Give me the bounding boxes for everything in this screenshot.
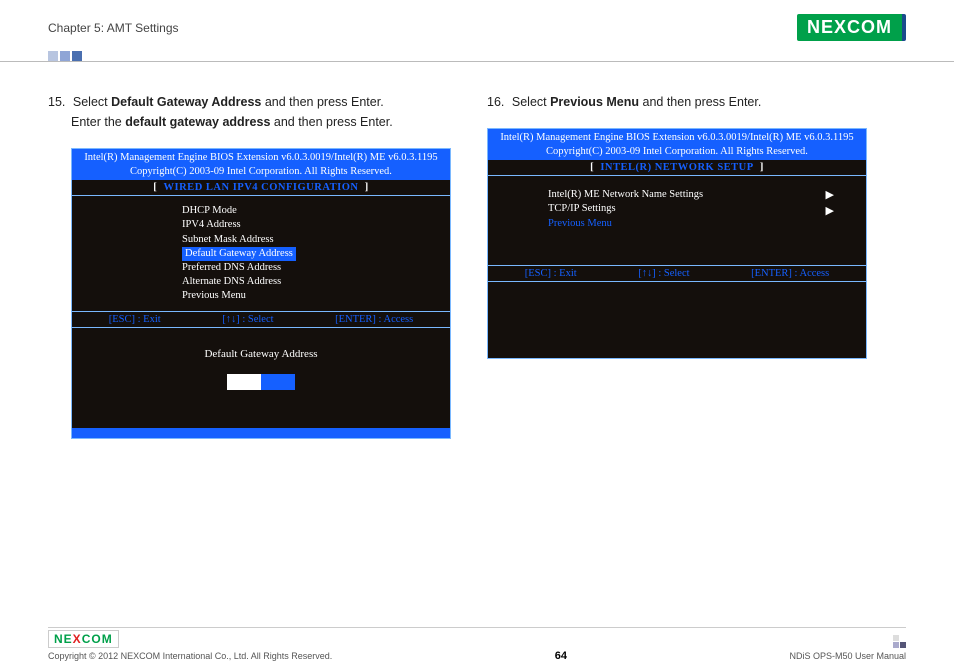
bios-section-title: [ INTEL(R) NETWORK SETUP ] [488, 160, 866, 176]
bios-header: Intel(R) Management Engine BIOS Extensio… [488, 129, 866, 160]
gateway-label: Default Gateway Address [72, 348, 450, 360]
bios-header-line1: Intel(R) Management Engine BIOS Extensio… [76, 151, 446, 165]
header-rule [0, 51, 954, 62]
left-column: 15. Select Default Gateway Address and t… [48, 92, 467, 439]
bios-input-panel: Default Gateway Address [72, 328, 450, 428]
footer-squares-icon [893, 635, 906, 648]
bios-header-line2: Copyright(C) 2003-09 Intel Corporation. … [76, 165, 446, 179]
chevron-right-icon: ▶ [826, 188, 834, 203]
instruction-bold: Default Gateway Address [111, 95, 261, 109]
ip-input[interactable] [227, 374, 295, 390]
manual-name: NDiS OPS-M50 User Manual [789, 651, 906, 661]
instruction-text: and then press Enter. [639, 95, 761, 109]
page-number: 64 [555, 650, 567, 662]
key-hint-enter: [ENTER] : Access [335, 314, 413, 325]
bios-keybar: [ESC] : Exit [↑↓] : Select [ENTER] : Acc… [72, 312, 450, 328]
key-hint-select: [↑↓] : Select [638, 268, 689, 279]
menu-item-selected[interactable]: Default Gateway Address [182, 247, 296, 261]
copyright-text: Copyright © 2012 NEXCOM International Co… [48, 651, 332, 661]
instruction-text: Select [512, 95, 550, 109]
bios-menu: Intel(R) ME Network Name Settings ▶ TCP/… [488, 176, 866, 266]
instruction-text: and then press Enter. [261, 95, 383, 109]
menu-item[interactable]: Intel(R) ME Network Name Settings ▶ [548, 188, 838, 202]
page-footer: NEXCOM Copyright © 2012 NEXCOM Internati… [0, 627, 954, 662]
bios-section-title: [ WIRED LAN IPV4 CONFIGURATION ] [72, 180, 450, 196]
bios-menu: DHCP Mode IPV4 Address Subnet Mask Addre… [72, 196, 450, 312]
menu-item[interactable]: DHCP Mode [182, 204, 450, 218]
menu-item[interactable]: IPV4 Address [182, 218, 450, 232]
menu-item[interactable]: TCP/IP Settings ▶ [548, 202, 838, 216]
bios-header-line1: Intel(R) Management Engine BIOS Extensio… [492, 131, 862, 145]
bios-header-line2: Copyright(C) 2003-09 Intel Corporation. … [492, 145, 862, 159]
chapter-title: Chapter 5: AMT Settings [48, 21, 179, 35]
step-number: 15. [48, 95, 65, 109]
instruction-text: and then press Enter. [270, 115, 392, 129]
bios-header: Intel(R) Management Engine BIOS Extensio… [72, 149, 450, 180]
key-hint-esc: [ESC] : Exit [525, 268, 577, 279]
brand-logo: NEXCOM [797, 14, 906, 41]
bios-keybar: [ESC] : Exit [↑↓] : Select [ENTER] : Acc… [488, 266, 866, 282]
key-hint-select: [↑↓] : Select [222, 314, 273, 325]
menu-item[interactable]: Alternate DNS Address [182, 275, 450, 289]
instruction-bold: default gateway address [125, 115, 270, 129]
bios-screenshot-left: Intel(R) Management Engine BIOS Extensio… [71, 148, 451, 439]
key-hint-esc: [ESC] : Exit [109, 314, 161, 325]
bios-footer-bar [72, 428, 450, 438]
instruction-bold: Previous Menu [550, 95, 639, 109]
menu-item-selected[interactable]: Previous Menu [548, 217, 838, 231]
footer-logo: NEXCOM [48, 630, 119, 648]
step-number: 16. [487, 95, 504, 109]
menu-item[interactable]: Subnet Mask Address [182, 233, 450, 247]
menu-item[interactable]: Previous Menu [182, 289, 450, 303]
instruction-text: Select [73, 95, 111, 109]
key-hint-enter: [ENTER] : Access [751, 268, 829, 279]
bios-empty-panel [488, 282, 866, 358]
chevron-right-icon: ▶ [826, 204, 834, 219]
menu-item[interactable]: Preferred DNS Address [182, 261, 450, 275]
instruction-text: Enter the [71, 115, 125, 129]
bios-screenshot-right: Intel(R) Management Engine BIOS Extensio… [487, 128, 867, 359]
right-column: 16. Select Previous Menu and then press … [487, 92, 906, 439]
